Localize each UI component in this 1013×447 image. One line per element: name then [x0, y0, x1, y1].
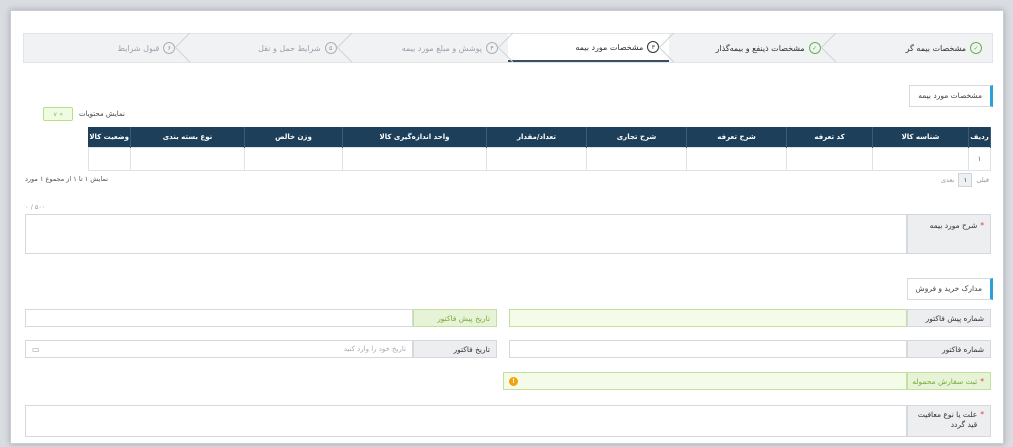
col-header[interactable]: وزن خالص: [244, 127, 343, 148]
next-page-button[interactable]: بعدی: [941, 176, 954, 184]
table-cell: [586, 147, 687, 171]
insurance-wizard-page: ✓ مشخصات بیمه گر ✓ مشخصات ذینفع و بیمه‌گذا…: [10, 10, 1004, 444]
proforma-number-input[interactable]: [509, 309, 907, 327]
step-label: مشخصات مورد بیمه: [575, 42, 644, 52]
invoice-number-input[interactable]: [509, 340, 907, 358]
required-mark: *: [980, 376, 984, 386]
goods-table: ردیف شناسه کالا کد تعرفه شرح تعرفه شرح ت…: [87, 127, 991, 171]
required-mark: *: [980, 221, 984, 230]
col-header[interactable]: نوع بسته بندی: [130, 127, 245, 148]
table-row[interactable]: ۱: [87, 147, 991, 171]
char-counter: ۵۰۰ / ۰: [25, 203, 46, 211]
col-header[interactable]: کد تعرفه: [786, 127, 873, 148]
col-header[interactable]: شرح تعرفه: [686, 127, 787, 148]
order-registration-label: * ثبت سفارش محموله: [907, 372, 991, 390]
col-header[interactable]: شرح تجاری: [586, 127, 687, 148]
step-number-icon: ۴: [486, 42, 499, 54]
invoice-date-label: تاریخ فاکتور: [413, 340, 497, 358]
col-header[interactable]: ردیف: [968, 127, 991, 148]
step-insurer[interactable]: ✓ مشخصات بیمه گر: [831, 34, 992, 62]
step-insured-item[interactable]: ۳ مشخصات مورد بیمه: [508, 34, 670, 62]
step-beneficiary[interactable]: ✓ مشخصات ذینفع و بیمه‌گذار: [669, 34, 830, 62]
step-label: پوشش و مبلغ مورد بیمه: [401, 43, 483, 53]
invoice-date-placeholder: تاریخ خود را وارد کنید: [343, 345, 406, 353]
col-header[interactable]: تعداد/مقدار: [486, 127, 587, 148]
col-header[interactable]: وضعیت کالا: [88, 127, 132, 148]
toggle-label: نمایش محتویات: [79, 110, 125, 118]
col-header[interactable]: شناسه کالا: [872, 127, 969, 148]
proforma-number-label: شماره پیش فاکتور: [907, 309, 991, 327]
order-registration-row: * ثبت سفارش محموله !: [503, 372, 991, 390]
description-row: * شرح مورد بیمه: [25, 214, 991, 254]
section-tag-purchase-docs: مدارک خرید و فروش: [906, 278, 993, 300]
warning-icon: !: [509, 376, 518, 386]
proforma-row: شماره پیش فاکتور تاریخ پیش فاکتور: [25, 309, 991, 327]
step-terms[interactable]: ۶ قبول شرایط: [24, 34, 185, 62]
table-cell: [244, 147, 343, 171]
invoice-number-label: شماره فاکتور: [907, 340, 991, 358]
proforma-date-label: تاریخ پیش فاکتور: [413, 309, 497, 327]
step-label: قبول شرایط: [117, 43, 160, 53]
wizard-steps: ✓ مشخصات بیمه گر ✓ مشخصات ذینفع و بیمه‌گذا…: [23, 33, 993, 63]
proforma-date-input[interactable]: [25, 309, 413, 327]
prev-page-button[interactable]: قبلی: [976, 176, 989, 184]
table-header-row: ردیف شناسه کالا کد تعرفه شرح تعرفه شرح ت…: [88, 127, 991, 148]
table-cell: [486, 147, 587, 171]
invoice-date-input[interactable]: تاریخ خود را وارد کنید ▭: [25, 340, 413, 358]
page-number-button[interactable]: ۱: [958, 173, 973, 187]
step-number-icon: ۵: [324, 42, 337, 54]
check-icon: ✓: [808, 42, 821, 54]
exemption-row: * علت یا نوع معافیت قید گردد: [25, 405, 991, 437]
show-contents-toggle[interactable]: « ∨: [43, 107, 73, 121]
description-textarea[interactable]: [25, 214, 907, 254]
step-label: شرایط حمل و نقل: [258, 43, 321, 53]
calendar-icon[interactable]: ▭: [32, 345, 40, 354]
step-number-icon: ۶: [163, 42, 176, 54]
col-header[interactable]: واحد اندازه‌گیری کالا: [342, 127, 487, 148]
table-cell: [786, 147, 873, 171]
description-label: * شرح مورد بیمه: [907, 214, 991, 254]
exemption-label: * علت یا نوع معافیت قید گردد: [907, 405, 991, 437]
table-cell: [342, 147, 487, 171]
pagination: قبلی ۱ بعدی: [941, 173, 989, 187]
table-cell: [87, 147, 132, 171]
step-transport[interactable]: ۵ شرایط حمل و نقل: [185, 34, 346, 62]
table-info: نمایش ۱ تا ۱ از مجموع ۱ مورد: [25, 175, 108, 183]
table-cell: [872, 147, 969, 171]
table-cell: [130, 147, 245, 171]
step-coverage[interactable]: ۴ پوشش و مبلغ مورد بیمه: [347, 34, 508, 62]
table-cell: [686, 147, 787, 171]
order-registration-text: ثبت سفارش محموله: [912, 376, 978, 386]
section-tag-insured-item: مشخصات مورد بیمه: [909, 85, 993, 107]
invoice-row: شماره فاکتور تاریخ فاکتور تاریخ خود را و…: [25, 340, 991, 358]
exemption-textarea[interactable]: [25, 405, 907, 437]
required-mark: *: [980, 410, 984, 419]
step-label: مشخصات بیمه گر: [905, 43, 966, 53]
step-label: مشخصات ذینفع و بیمه‌گذار: [715, 43, 805, 53]
description-label-text: شرح مورد بیمه: [929, 221, 978, 230]
table-cell: ۱: [968, 147, 991, 171]
show-contents-control: نمایش محتویات « ∨: [43, 107, 125, 121]
order-registration-input[interactable]: !: [503, 372, 907, 390]
exemption-label-text: علت یا نوع معافیت قید گردد: [917, 410, 978, 429]
check-icon: ✓: [970, 42, 982, 54]
